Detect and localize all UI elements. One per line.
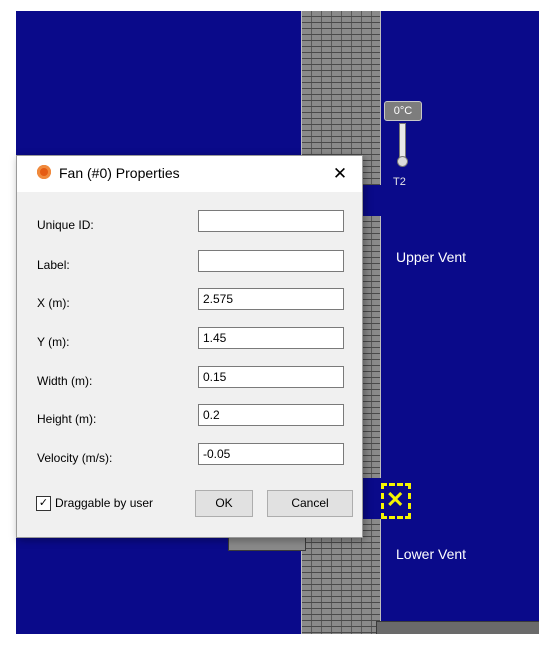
draggable-label[interactable]: Draggable by user <box>55 496 153 510</box>
x-field[interactable] <box>198 288 344 310</box>
upper-vent-label: Upper Vent <box>396 249 467 265</box>
right-floor-block <box>376 621 539 634</box>
width-field[interactable] <box>198 366 344 388</box>
velocity-label: Velocity (m/s): <box>37 451 113 465</box>
label-label: Label: <box>37 258 70 272</box>
height-field[interactable] <box>198 404 344 426</box>
app-icon <box>37 165 51 179</box>
y-field[interactable] <box>198 327 344 349</box>
fan-icon[interactable]: ✕ <box>386 487 404 513</box>
lower-vent-label: Lower Vent <box>396 546 467 562</box>
unique-id-field[interactable] <box>198 210 344 232</box>
thermometer-reading[interactable]: 0°C <box>384 101 422 121</box>
thermometer-label: T2 <box>393 176 406 188</box>
thermometer-bulb-icon <box>397 156 408 167</box>
x-label: X (m): <box>37 296 70 310</box>
dialog-title: Fan (#0) Properties <box>59 165 180 181</box>
thermometer-icon[interactable] <box>399 123 406 159</box>
width-label: Width (m): <box>37 374 93 388</box>
y-label: Y (m): <box>37 335 70 349</box>
fan-properties-dialog: Fan (#0) Properties ✕ Unique ID: Label: … <box>16 155 363 538</box>
close-button[interactable]: ✕ <box>318 156 362 192</box>
height-label: Height (m): <box>37 412 97 426</box>
label-field[interactable] <box>198 250 344 272</box>
unique-id-label: Unique ID: <box>37 218 94 232</box>
velocity-field[interactable] <box>198 443 344 465</box>
cancel-button[interactable]: Cancel <box>267 490 353 517</box>
dialog-titlebar[interactable]: Fan (#0) Properties ✕ <box>17 156 362 192</box>
draggable-checkbox[interactable]: ✓ <box>36 496 51 511</box>
ok-button[interactable]: OK <box>195 490 253 517</box>
